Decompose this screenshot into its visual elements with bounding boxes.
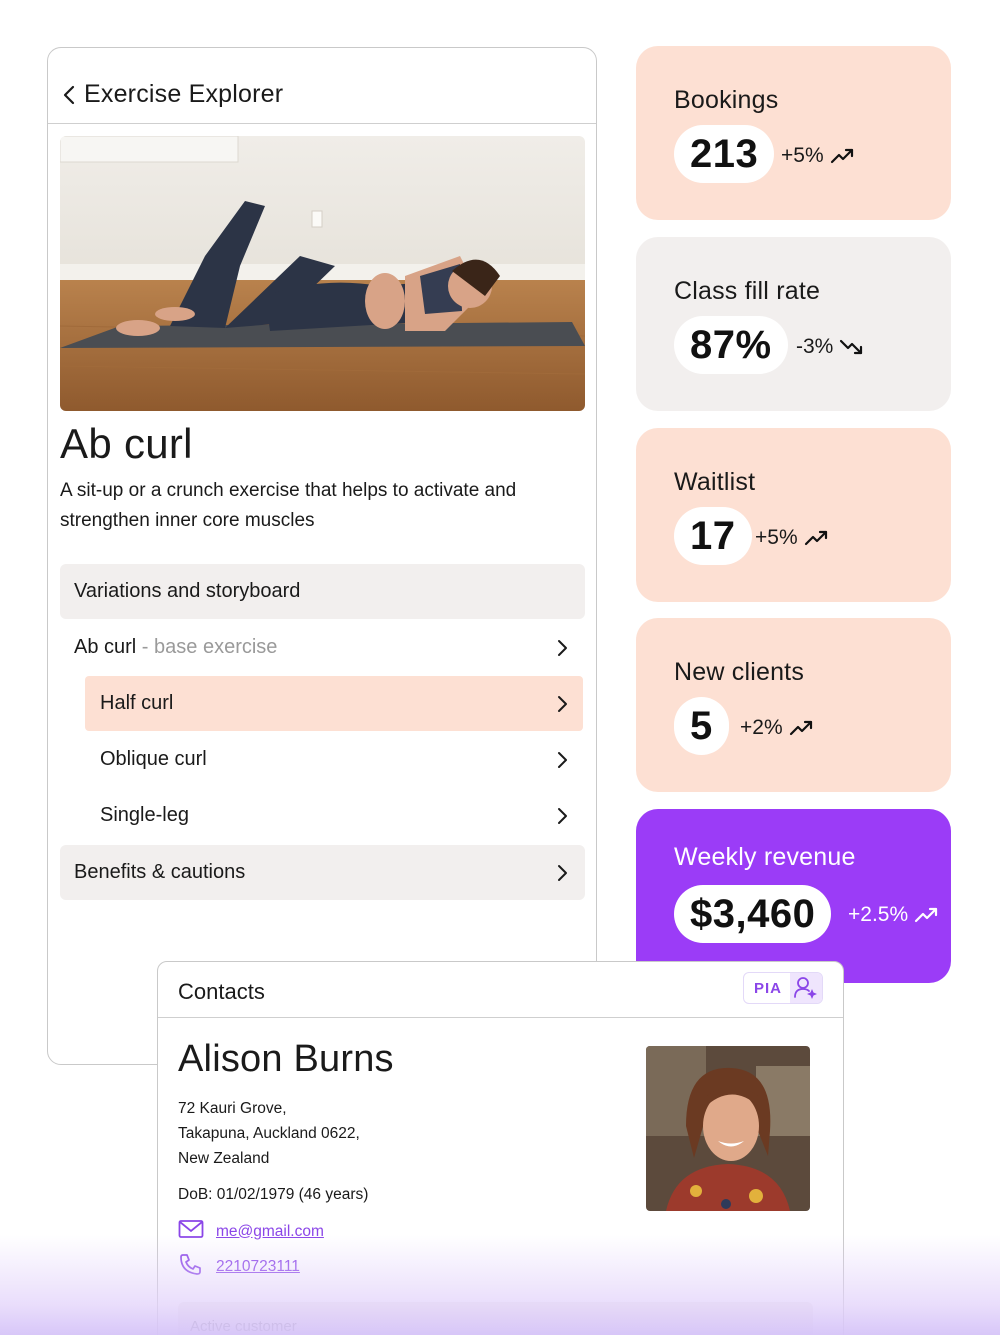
variation-label: Single-leg — [100, 804, 189, 826]
benefits-cautions-row[interactable]: Benefits & cautions — [60, 845, 585, 900]
stat-change-text: +5% — [781, 144, 824, 167]
mail-icon — [178, 1219, 204, 1244]
stat-change: +5% — [755, 526, 830, 550]
stat-value: 87% — [674, 316, 788, 374]
address-line: Takapuna, Auckland 0622, — [178, 1125, 360, 1142]
trend-up-icon — [804, 529, 830, 547]
exercise-description: A sit-up or a crunch exercise that helps… — [60, 480, 517, 531]
benefits-label: Benefits & cautions — [74, 861, 246, 883]
stat-card-bookings: Bookings 213 +5% — [636, 46, 951, 220]
contacts-panel: Contacts PIA Alison Burns 72 Kauri Grove… — [157, 961, 844, 1335]
chevron-right-icon — [555, 750, 569, 770]
contact-name: Alison Burns — [178, 1038, 394, 1080]
page-title: Exercise Explorer — [84, 80, 284, 108]
stat-label: New clients — [674, 658, 805, 686]
base-exercise-row[interactable]: Ab curl - base exercise — [74, 620, 585, 675]
base-exercise-sub: - base exercise — [136, 636, 278, 658]
phone-row: 2210723111 — [178, 1253, 300, 1280]
stat-change-text: +2.5% — [848, 903, 909, 926]
stat-change: -3% — [796, 335, 865, 359]
stat-label: Waitlist — [674, 468, 756, 496]
stat-change: +2% — [740, 716, 815, 740]
stat-value: 17 — [674, 507, 752, 565]
variations-header: Variations and storyboard — [60, 564, 585, 619]
date-of-birth: DoB: 01/02/1979 (46 years) — [178, 1186, 369, 1203]
variation-half-curl[interactable]: Half curl — [85, 676, 583, 731]
stat-change: +5% — [781, 144, 856, 168]
stat-value: 213 — [674, 125, 775, 183]
base-exercise-label: Ab curl - base exercise — [74, 636, 555, 659]
base-exercise-name: Ab curl — [74, 636, 137, 658]
stat-change-text: +5% — [755, 526, 798, 549]
chevron-right-icon — [555, 694, 569, 714]
user-sparkle-icon — [790, 973, 822, 1003]
email-link[interactable]: me@gmail.com — [216, 1223, 324, 1241]
explorer-header: Exercise Explorer — [48, 48, 596, 124]
variation-label: Half curl — [100, 692, 174, 714]
stat-label: Bookings — [674, 86, 779, 114]
trend-up-icon — [789, 719, 815, 737]
stat-label: Weekly revenue — [674, 843, 856, 871]
variation-label: Oblique curl — [100, 748, 207, 770]
stat-card-waitlist: Waitlist 17 +5% — [636, 428, 951, 602]
address-line: New Zealand — [178, 1150, 270, 1167]
chevron-right-icon — [555, 863, 569, 883]
exercise-explorer-panel: Exercise Explorer Ab curl A sit-up or a … — [47, 47, 597, 1065]
stat-value: 5 — [674, 697, 729, 755]
stat-value: $3,460 — [674, 885, 832, 943]
email-row: me@gmail.com — [178, 1219, 324, 1244]
address-line: 72 Kauri Grove, — [178, 1100, 287, 1117]
trend-down-icon — [839, 338, 865, 356]
chevron-right-icon — [555, 638, 569, 658]
contact-photo — [646, 1046, 810, 1211]
exercise-image — [60, 136, 585, 411]
stat-card-class-fill-rate: Class fill rate 87% -3% — [636, 237, 951, 411]
status-value: Active customer — [190, 1317, 297, 1335]
stat-label: Class fill rate — [674, 277, 821, 305]
stat-change: +2.5% — [848, 903, 940, 927]
customer-status-select[interactable]: Active customer — [178, 1302, 813, 1335]
variation-oblique-curl[interactable]: Oblique curl — [100, 732, 585, 787]
chevron-right-icon — [555, 806, 569, 826]
variation-single-leg[interactable]: Single-leg — [100, 788, 585, 843]
stat-card-new-clients: New clients 5 +2% — [636, 618, 951, 792]
trend-up-icon — [830, 147, 856, 165]
phone-link[interactable]: 2210723111 — [216, 1258, 300, 1276]
contacts-header: Contacts — [158, 962, 843, 1018]
exercise-name: Ab curl — [60, 420, 193, 467]
chevron-left-icon[interactable] — [60, 83, 80, 107]
stat-change-text: -3% — [796, 335, 834, 358]
stat-card-weekly-revenue: Weekly revenue $3,460 +2.5% — [636, 809, 951, 983]
stat-change-text: +2% — [740, 716, 783, 739]
trend-up-icon — [914, 906, 940, 924]
pia-button[interactable]: PIA — [743, 972, 823, 1004]
phone-icon — [178, 1253, 204, 1280]
pia-label: PIA — [754, 979, 783, 997]
